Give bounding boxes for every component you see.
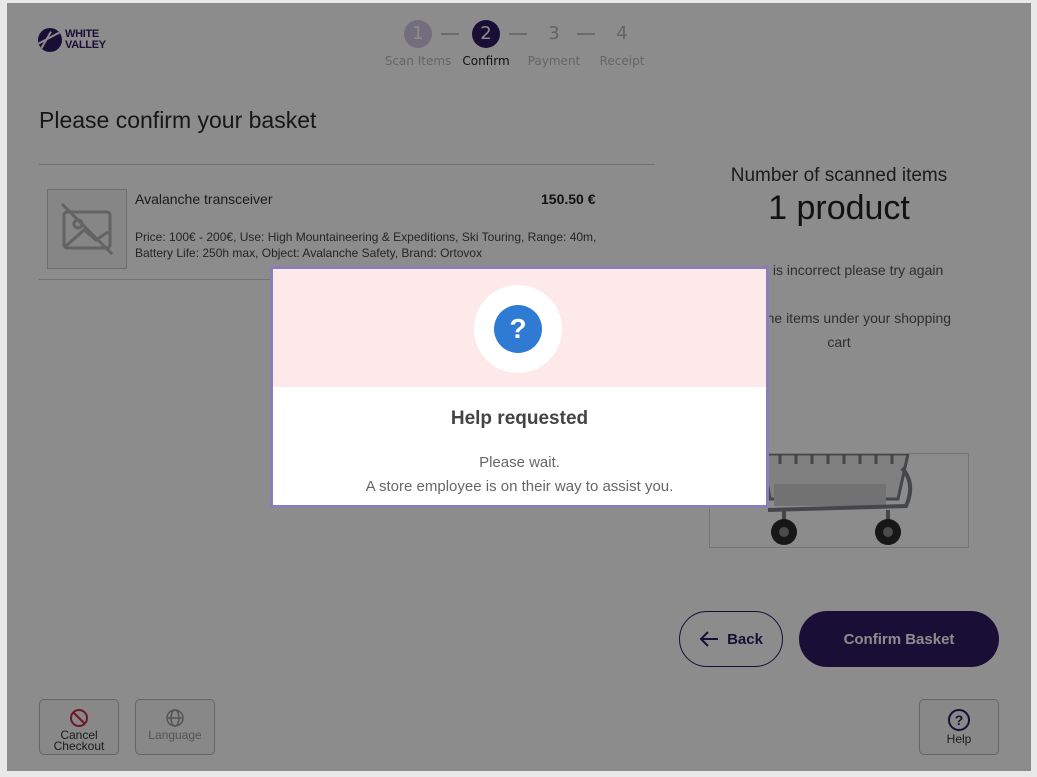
question-icon: ?	[494, 305, 542, 353]
modal-title: Help requested	[450, 408, 589, 429]
checkout-screen: WHITE VALLEY 1 Scan Items 2 Confirm 3 Pa…	[7, 3, 1031, 771]
help-requested-modal: ? Help requested Please wait. A store em…	[270, 266, 769, 508]
modal-submessage: A store employee is on their way to assi…	[365, 478, 674, 495]
modal-header: ?	[273, 269, 766, 387]
modal-icon-circle: ?	[474, 285, 562, 373]
modal-message: Please wait.	[479, 454, 560, 471]
